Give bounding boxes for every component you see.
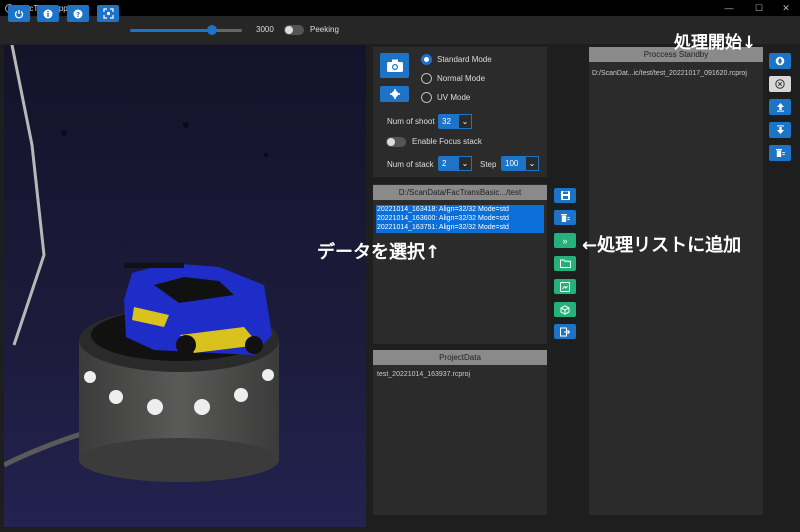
focus-button[interactable] bbox=[97, 5, 119, 22]
power-icon bbox=[14, 9, 24, 19]
capture-button[interactable] bbox=[380, 53, 409, 78]
chevron-down-icon: ⌄ bbox=[458, 114, 472, 129]
arrow-up-icon bbox=[776, 103, 784, 112]
toggle-knob bbox=[285, 26, 293, 34]
peeking-toggle[interactable] bbox=[284, 25, 304, 35]
move-down-button[interactable] bbox=[769, 122, 791, 138]
arrow-down-icon bbox=[776, 125, 784, 134]
focus-stack-label: Enable Focus stack bbox=[412, 137, 482, 146]
shutter-icon bbox=[775, 56, 785, 66]
chevron-down-icon: ⌄ bbox=[458, 156, 472, 171]
uv-mode-label: UV Mode bbox=[437, 93, 471, 102]
save-icon bbox=[560, 191, 570, 200]
remove-process-button[interactable] bbox=[769, 145, 791, 161]
process-panel bbox=[589, 47, 763, 515]
move-up-button[interactable] bbox=[769, 99, 791, 115]
step-select[interactable]: 100 ⌄ bbox=[501, 156, 539, 171]
num-shoot-label: Num of shoot bbox=[387, 117, 435, 126]
model-button[interactable] bbox=[554, 302, 576, 317]
num-shoot-value: 32 bbox=[442, 117, 451, 126]
num-stack-label: Num of stack bbox=[387, 160, 434, 169]
project-data-header: ProjectData bbox=[373, 350, 547, 365]
uv-mode-radio[interactable] bbox=[421, 92, 432, 103]
focus-stack-toggle[interactable] bbox=[386, 137, 406, 147]
preview-image bbox=[4, 45, 366, 527]
help-icon: ? bbox=[73, 9, 83, 18]
standard-mode-radio[interactable] bbox=[421, 54, 432, 65]
step-label: Step bbox=[480, 160, 497, 169]
info-button[interactable] bbox=[37, 5, 59, 22]
help-button[interactable]: ? bbox=[67, 5, 89, 22]
trash-icon bbox=[776, 149, 785, 157]
minimize-button[interactable]: — bbox=[715, 0, 743, 16]
title-bar: FacTransAppBasic bbox=[0, 0, 800, 16]
folder-icon bbox=[559, 259, 571, 268]
maximize-button[interactable]: ☐ bbox=[745, 0, 773, 16]
camera-icon bbox=[386, 59, 403, 72]
num-stack-select[interactable]: 2 ⌄ bbox=[438, 156, 472, 171]
power-button[interactable] bbox=[8, 5, 30, 22]
annotation-add: ←処理リストに追加 bbox=[582, 235, 742, 256]
annotation-select: データを選択↑ bbox=[317, 242, 441, 263]
annotation-start: 処理開始↓ bbox=[674, 33, 757, 53]
exposure-slider-thumb[interactable] bbox=[207, 25, 217, 35]
export-image-button[interactable] bbox=[554, 279, 576, 294]
gear-icon bbox=[389, 89, 400, 99]
normal-mode-radio[interactable] bbox=[421, 73, 432, 84]
num-shoot-select[interactable]: 32 ⌄ bbox=[438, 114, 472, 129]
camera-preview bbox=[4, 45, 366, 527]
exposure-value: 3000 bbox=[256, 25, 274, 34]
step-value: 100 bbox=[505, 159, 519, 168]
close-window-button[interactable]: ✕ bbox=[772, 0, 800, 16]
toggle-knob bbox=[387, 138, 395, 146]
double-chevron-right-icon: » bbox=[562, 235, 568, 246]
settings-button[interactable] bbox=[380, 86, 409, 102]
save-button[interactable] bbox=[554, 188, 576, 203]
svg-text:?: ? bbox=[76, 10, 80, 18]
export-icon bbox=[560, 327, 570, 336]
image-export-icon bbox=[560, 281, 570, 292]
export-button[interactable] bbox=[554, 324, 576, 339]
chevron-down-icon: ⌄ bbox=[525, 156, 539, 171]
exposure-slider-fill bbox=[130, 29, 213, 32]
start-process-button[interactable] bbox=[769, 53, 791, 69]
normal-mode-label: Normal Mode bbox=[437, 74, 486, 83]
list-item[interactable]: test_20221014_163937.rcproj bbox=[377, 371, 470, 378]
focus-frame-icon bbox=[102, 8, 114, 19]
info-icon bbox=[43, 9, 53, 18]
data-path-header[interactable]: D:/ScanData/FacTransBasic.../test bbox=[373, 185, 547, 200]
peeking-label: Peeking bbox=[310, 25, 339, 34]
add-to-process-button[interactable]: » bbox=[554, 233, 576, 248]
list-item[interactable]: 20221014_163751: Align=32/32 Mode=std bbox=[376, 223, 544, 233]
cube-icon bbox=[560, 304, 570, 315]
num-stack-value: 2 bbox=[442, 159, 447, 168]
trash-icon bbox=[561, 213, 570, 222]
list-item[interactable]: D:/ScanDat...ic/test/test_20221017_09162… bbox=[592, 70, 747, 77]
open-folder-button[interactable] bbox=[554, 256, 576, 271]
cancel-icon bbox=[775, 79, 785, 89]
standard-mode-label: Standard Mode bbox=[437, 55, 492, 64]
cancel-process-button[interactable] bbox=[769, 76, 791, 92]
delete-data-button[interactable] bbox=[554, 210, 576, 225]
